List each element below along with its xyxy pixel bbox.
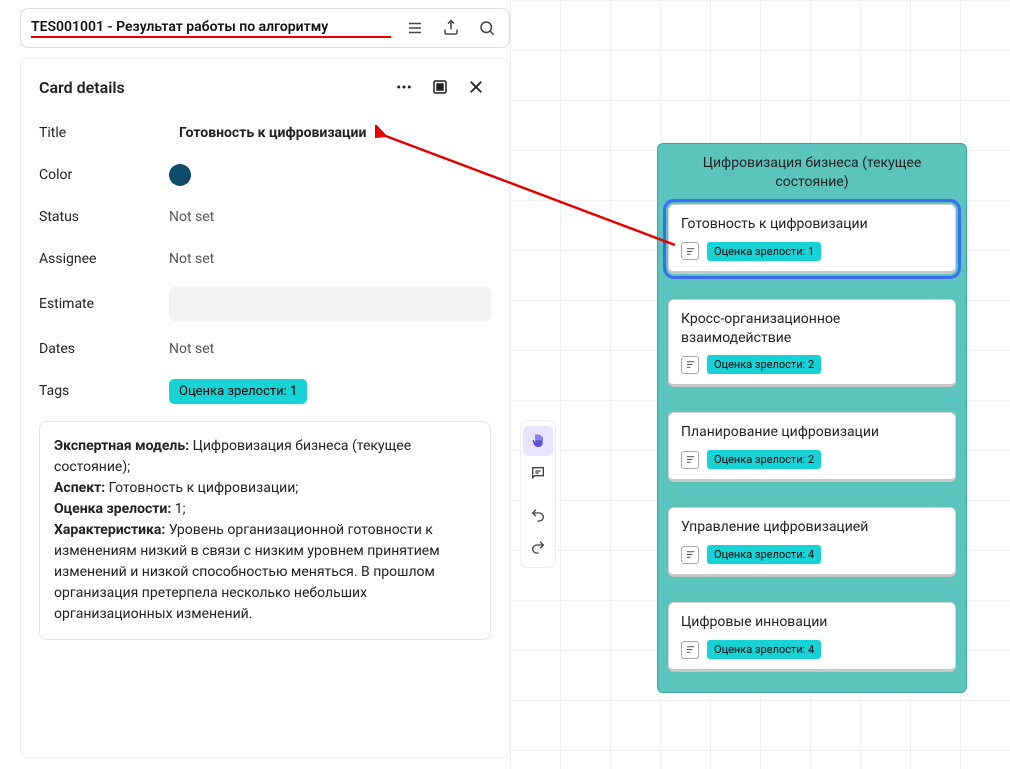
card-details-panel: Card details Title Готовность к цифровиз… xyxy=(20,58,510,758)
dates-label: Dates xyxy=(39,341,169,357)
board-card[interactable]: Управление цифровизацией Оценка зрелости:… xyxy=(668,507,956,577)
description-icon xyxy=(681,451,699,469)
more-actions-button[interactable] xyxy=(389,73,419,101)
title-value[interactable]: Готовность к цифровизации xyxy=(169,125,491,141)
estimate-label: Estimate xyxy=(39,296,169,312)
board-card-title: Планирование цифровизации xyxy=(681,423,943,442)
estimate-input[interactable] xyxy=(169,287,491,321)
tags-label: Tags xyxy=(39,383,169,399)
title-label: Title xyxy=(39,125,169,141)
color-label: Color xyxy=(39,167,169,183)
topbar: TES001001 - Результат работы по алгоритм… xyxy=(20,8,510,48)
color-swatch[interactable] xyxy=(169,164,191,186)
dates-value[interactable]: Not set xyxy=(169,341,491,357)
board-card-tag: Оценка зрелости: 2 xyxy=(707,450,821,469)
canvas-toolbar xyxy=(520,420,556,568)
board-card[interactable]: Цифровые инновации Оценка зрелости: 4 xyxy=(668,602,956,672)
board-card-tag: Оценка зрелости: 1 xyxy=(707,242,821,261)
desc-score-value: 1; xyxy=(171,501,185,517)
share-button[interactable] xyxy=(433,12,469,44)
board-card[interactable]: Готовность к цифровизации Оценка зрелости… xyxy=(668,204,956,274)
desc-model-label: Экспертная модель: xyxy=(54,438,189,454)
hand-tool-button[interactable] xyxy=(523,426,553,456)
desc-char-label: Характеристика: xyxy=(54,522,165,538)
board-card-tag: Оценка зрелости: 4 xyxy=(707,545,821,564)
search-button[interactable] xyxy=(469,12,505,44)
panel-title: Card details xyxy=(39,78,389,97)
board-card-tag: Оценка зрелости: 4 xyxy=(707,640,821,659)
status-value[interactable]: Not set xyxy=(169,209,491,225)
description-icon xyxy=(681,242,699,260)
board-name[interactable]: TES001001 - Результат работы по алгоритм… xyxy=(31,19,391,38)
board-card-tag: Оценка зрелости: 2 xyxy=(707,355,821,374)
board-column[interactable]: Цифровизация бизнеса (текущее состояние)… xyxy=(657,143,967,693)
board-card-title: Готовность к цифровизации xyxy=(681,215,943,234)
board-column-title: Цифровизация бизнеса (текущее состояние) xyxy=(668,154,956,192)
comment-tool-button[interactable] xyxy=(523,458,553,488)
description-box[interactable]: Экспертная модель: Цифровизация бизнеса … xyxy=(39,421,491,640)
board-card-title: Управление цифровизацией xyxy=(681,518,943,537)
close-button[interactable] xyxy=(461,73,491,101)
tag-chip[interactable]: Оценка зрелости: 1 xyxy=(169,379,307,404)
board-card[interactable]: Кросс-организационное взаимодействие Оцен… xyxy=(668,299,956,388)
status-label: Status xyxy=(39,209,169,225)
description-icon xyxy=(681,546,699,564)
desc-aspect-label: Аспект: xyxy=(54,480,105,496)
undo-button[interactable] xyxy=(523,500,553,530)
assignee-value[interactable]: Not set xyxy=(169,251,491,267)
description-icon xyxy=(681,356,699,374)
toggle-layout-button[interactable] xyxy=(425,73,455,101)
board-card-title: Кросс-организационное взаимодействие xyxy=(681,310,943,348)
redo-button[interactable] xyxy=(523,532,553,562)
desc-aspect-value: Готовность к цифровизации; xyxy=(105,480,298,496)
desc-score-label: Оценка зрелости: xyxy=(54,501,171,517)
board-card-title: Цифровые инновации xyxy=(681,613,943,632)
board-card[interactable]: Планирование цифровизации Оценка зрелости… xyxy=(668,412,956,482)
menu-button[interactable] xyxy=(397,12,433,44)
assignee-label: Assignee xyxy=(39,251,169,267)
description-icon xyxy=(681,641,699,659)
